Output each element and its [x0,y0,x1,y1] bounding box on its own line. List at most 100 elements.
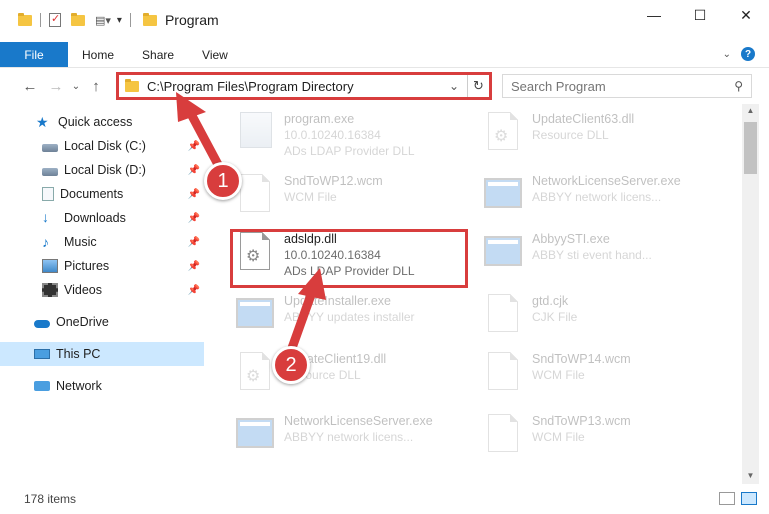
sidebar-item-local-disk-c[interactable]: Local Disk (C:) 📌 [0,134,204,158]
file-description: ADs LDAP Provider DLL [284,144,415,158]
folder-icon [125,78,139,92]
recent-locations-icon[interactable]: ⌄ [66,81,86,92]
maximize-button[interactable]: ☐ [677,0,723,30]
folder-icon [142,12,157,26]
properties-icon[interactable] [49,12,61,27]
videos-icon [42,283,58,297]
customize-toolbar-icon[interactable]: ▤▾ [95,14,111,27]
downloads-icon: ↓ [42,209,49,225]
navigation-pane: ★ Quick access Local Disk (C:) 📌 Local D… [0,104,208,484]
file-item[interactable]: UpdateInstaller.exe ABBYY updates instal… [232,292,472,348]
onedrive-icon [34,319,50,328]
sidebar-item-quick-access[interactable]: ★ Quick access [0,110,204,134]
file-type: WCM File [532,368,585,382]
file-type: CJK File [532,310,578,324]
expand-ribbon-icon[interactable]: ⌄ [723,49,731,60]
sidebar-item-onedrive[interactable]: OneDrive [0,310,204,334]
file-item[interactable]: SndToWP14.wcm WCM File [480,350,720,406]
file-version: 10.0.10240.16384 [284,128,381,142]
file-item[interactable]: SndToWP13.wcm WCM File [480,412,720,468]
sidebar-item-label: Music [64,235,97,249]
app-icon [236,418,274,448]
minimize-button[interactable]: — [631,0,677,30]
sidebar-item-music[interactable]: ♪ Music 📌 [0,230,204,254]
file-name: UpdateClient63.dll [532,112,635,126]
file-item[interactable]: NetworkLicenseServer.exe ABBYY network l… [480,172,720,228]
tab-file[interactable]: File [0,42,68,67]
file-item[interactable]: ⚙ UpdateClient19.dll Resource DLL [232,350,472,406]
file-name: NetworkLicenseServer.exe [532,174,681,188]
pin-icon: 📌 [187,236,200,248]
file-item[interactable]: SndToWP12.wcm WCM File [232,172,472,228]
pin-icon: 📌 [187,164,200,176]
forward-arrow-icon[interactable]: → [46,78,66,95]
search-box[interactable]: ⚲ [502,74,752,98]
chevron-down-icon[interactable]: ⌄ [449,79,459,93]
gear-icon: ⚙ [494,128,509,145]
document-icon [488,414,518,452]
pin-icon: 📌 [187,188,200,200]
sidebar-item-label: Local Disk (D:) [64,163,146,177]
navigation-bar: ← → ⌄ ↑ C:\Program Files\Program Directo… [0,70,769,102]
file-type: ABBYY updates installer [284,310,415,324]
file-name: SndToWP13.wcm [532,414,631,428]
app-icon [236,298,274,328]
sidebar-item-documents[interactable]: Documents 📌 [0,182,204,206]
sidebar-item-this-pc[interactable]: This PC [0,342,204,366]
file-item[interactable]: NetworkLicenseServer.exe ABBYY network l… [232,412,472,468]
file-item[interactable]: program.exe 10.0.10240.16384 ADs LDAP Pr… [232,110,472,166]
search-icon: ⚲ [734,79,743,93]
window-title: Program [164,12,219,28]
separator [129,13,131,27]
file-type: Resource DLL [532,128,609,142]
details-view-icon[interactable] [719,492,735,505]
sidebar-item-label: Downloads [64,211,126,225]
chevron-down-icon[interactable]: ▾ [117,15,122,26]
address-path: C:\Program Files\Program Directory [147,78,354,94]
file-name: gtd.cjk [532,294,569,308]
address-bar[interactable]: C:\Program Files\Program Directory ⌄ ↻ [116,72,492,100]
sidebar-item-local-disk-d[interactable]: Local Disk (D:) 📌 [0,158,204,182]
new-folder-icon[interactable] [71,12,85,26]
tab-share[interactable]: Share [128,42,188,67]
search-input[interactable] [511,78,711,94]
file-name: program.exe [284,112,355,126]
pin-icon: 📌 [187,260,200,272]
file-type: WCM File [532,430,585,444]
this-pc-icon [34,349,50,359]
scroll-down-icon[interactable]: ▼ [742,471,759,480]
tab-home[interactable]: Home [68,42,128,67]
large-icons-view-icon[interactable] [741,492,757,505]
item-count: 178 items [24,492,77,506]
back-arrow-icon[interactable]: ← [20,78,40,95]
refresh-icon[interactable]: ↻ [467,75,489,97]
pictures-icon [42,259,58,273]
vertical-scrollbar[interactable]: ▲ ▼ [742,104,759,484]
file-item[interactable]: AbbyySTI.exe ABBY sti event hand... [480,230,720,286]
document-icon [240,174,270,212]
sidebar-item-label: Local Disk (C:) [64,139,146,153]
tab-view[interactable]: View [188,42,242,67]
scroll-up-icon[interactable]: ▲ [742,106,759,115]
up-arrow-icon[interactable]: ↑ [86,78,106,95]
sidebar-item-videos[interactable]: Videos 📌 [0,278,204,302]
close-button[interactable]: ✕ [723,0,769,30]
file-item[interactable]: ⚙ UpdateClient63.dll Resource DLL [480,110,720,166]
document-icon [488,294,518,332]
sidebar-item-downloads[interactable]: ↓ Downloads 📌 [0,206,204,230]
document-icon [488,352,518,390]
folder-icon [18,12,32,26]
file-type: ABBYY network licens... [532,190,662,204]
sidebar-item-pictures[interactable]: Pictures 📌 [0,254,204,278]
file-item[interactable]: gtd.cjk CJK File [480,292,720,348]
sidebar-item-network[interactable]: Network [0,374,204,398]
sidebar-item-label: Pictures [64,259,110,273]
app-icon [484,236,522,266]
scroll-thumb[interactable] [744,122,757,174]
sidebar-item-label: Quick access [58,115,133,129]
file-name: SndToWP14.wcm [532,352,631,366]
file-type: ABBY sti event hand... [532,248,652,262]
separator [40,13,41,27]
help-icon[interactable]: ? [741,47,755,61]
disk-icon [42,167,58,176]
